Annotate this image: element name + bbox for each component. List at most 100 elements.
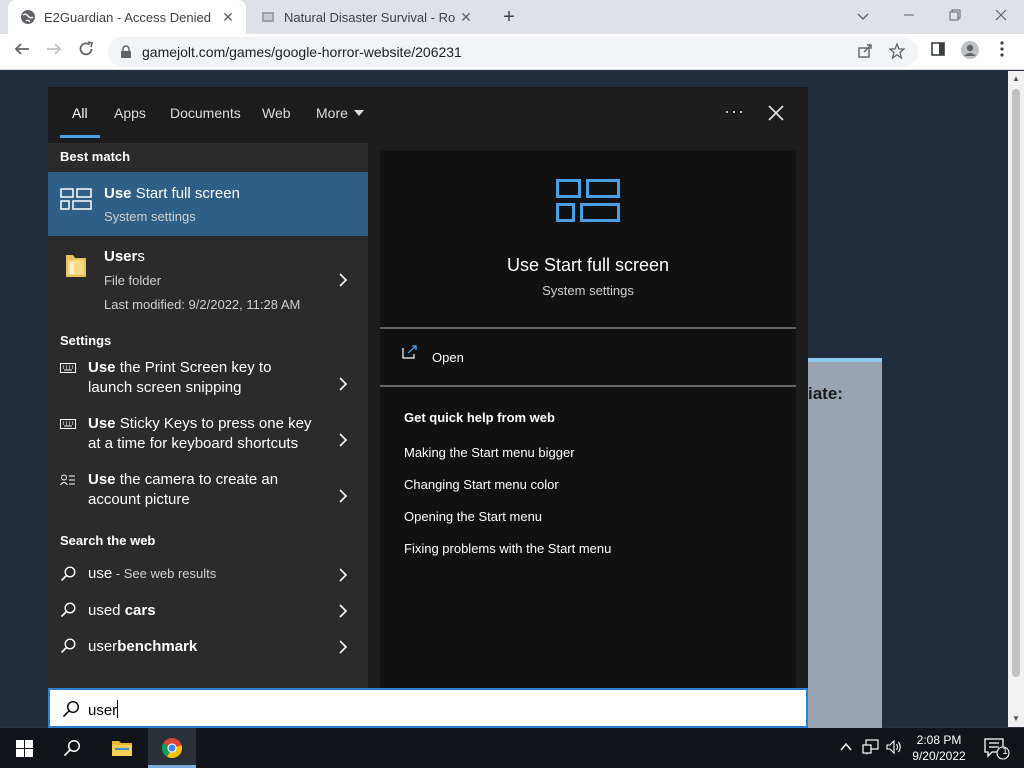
more-options-icon[interactable]: ··· xyxy=(724,101,745,122)
address-bar[interactable]: gamejolt.com/games/google-horror-website… xyxy=(108,37,918,67)
text-caret xyxy=(117,700,119,718)
chevron-right-icon[interactable] xyxy=(338,640,348,654)
result-web-userbenchmark[interactable]: userbenchmark xyxy=(48,629,368,665)
close-window-icon[interactable] xyxy=(978,2,1024,30)
scope-tab-more-label: More xyxy=(316,105,348,121)
action-center-button[interactable]: 1 xyxy=(976,728,1024,768)
help-link[interactable]: Changing Start menu color xyxy=(404,477,559,492)
web-result-query: used xyxy=(88,602,121,619)
taskbar-chrome[interactable] xyxy=(148,728,196,768)
section-heading-best-match: Best match xyxy=(60,149,131,164)
keyboard-icon xyxy=(60,419,76,429)
bookmark-star-icon[interactable] xyxy=(888,42,906,61)
section-heading-settings: Settings xyxy=(60,333,112,348)
keyboard-icon xyxy=(60,363,76,373)
help-link[interactable]: Opening the Start menu xyxy=(404,509,542,524)
minimize-icon[interactable] xyxy=(886,2,932,30)
page-scrollbar[interactable]: ▲ ▼ xyxy=(1008,71,1024,727)
web-result-suffix: - See web results xyxy=(112,566,217,581)
lock-icon[interactable] xyxy=(120,45,132,59)
chevron-right-icon[interactable] xyxy=(338,489,348,503)
result-title: Use the Print Screen key to xyxy=(88,359,271,376)
help-link[interactable]: Making the Start menu bigger xyxy=(404,445,575,460)
result-line1: the Print Screen key to xyxy=(115,359,272,376)
quick-help-heading: Get quick help from web xyxy=(404,410,555,425)
folder-icon xyxy=(112,741,132,756)
preview-divider xyxy=(380,385,796,387)
search-scope-bar: All Apps Documents Web More ··· xyxy=(48,87,808,143)
scope-tab-web[interactable]: Web xyxy=(262,105,291,121)
profile-avatar-icon[interactable] xyxy=(958,40,982,64)
chevron-right-icon[interactable] xyxy=(338,273,348,287)
taskbar-file-explorer[interactable] xyxy=(98,728,146,768)
account-picture-icon xyxy=(60,474,75,486)
active-scope-indicator xyxy=(60,135,100,138)
scroll-up-arrow-icon[interactable]: ▲ xyxy=(1008,71,1024,87)
result-title: Use Sticky Keys to press one key xyxy=(88,415,311,432)
new-tab-button[interactable]: + xyxy=(498,6,520,28)
search-query-value: user xyxy=(88,702,118,719)
chevron-right-icon[interactable] xyxy=(338,433,348,447)
result-title: Users xyxy=(104,248,145,265)
open-icon[interactable] xyxy=(402,345,418,359)
result-title: Use Start full screen xyxy=(104,185,240,202)
start-button[interactable] xyxy=(0,728,48,768)
search-icon xyxy=(60,602,76,618)
tab-close-button[interactable]: ✕ xyxy=(456,7,476,27)
folder-icon xyxy=(66,255,86,277)
web-result-query: user xyxy=(88,638,118,655)
close-icon[interactable] xyxy=(764,101,788,125)
network-icon[interactable] xyxy=(862,739,880,755)
tab-close-button[interactable]: ✕ xyxy=(218,7,238,27)
search-icon xyxy=(60,638,76,654)
search-input[interactable]: user xyxy=(48,688,808,728)
scope-tab-documents[interactable]: Documents xyxy=(170,105,241,121)
result-web-used-cars[interactable]: used cars xyxy=(48,593,368,629)
page-card-text: iate: xyxy=(808,384,843,403)
taskbar-search-button[interactable] xyxy=(48,728,96,768)
tab-search-chevron-icon[interactable] xyxy=(840,2,886,30)
tab-e2guardian[interactable]: E2Guardian - Access Denied ✕ xyxy=(8,0,246,34)
chevron-right-icon[interactable] xyxy=(338,604,348,618)
scope-tab-all[interactable]: All xyxy=(72,105,88,121)
side-panel-icon[interactable] xyxy=(926,40,950,64)
scroll-down-arrow-icon[interactable]: ▼ xyxy=(1008,711,1024,727)
back-arrow-icon[interactable] xyxy=(10,40,34,64)
chevron-right-icon[interactable] xyxy=(338,377,348,391)
search-query-text: user xyxy=(88,700,119,719)
result-best-match[interactable]: Use Start full screen System settings xyxy=(48,172,368,236)
chevron-up-icon[interactable] xyxy=(840,742,852,752)
system-clock[interactable]: 2:08 PM 9/20/2022 xyxy=(904,732,974,764)
reload-icon[interactable] xyxy=(74,40,98,64)
result-setting-sticky-keys[interactable]: Use Sticky Keys to press one key at a ti… xyxy=(48,413,368,465)
result-subtitle: System settings xyxy=(104,209,196,224)
result-users-folder[interactable]: Users File folder Last modified: 9/2/202… xyxy=(48,243,368,323)
chevron-right-icon[interactable] xyxy=(338,568,348,582)
result-line2: account picture xyxy=(88,491,190,508)
result-line2: at a time for keyboard shortcuts xyxy=(88,435,299,452)
result-web-use[interactable]: use - See web results xyxy=(48,557,368,593)
result-line1: Sticky Keys to press one key xyxy=(115,415,312,432)
restore-icon[interactable] xyxy=(932,2,978,30)
web-result-completion: cars xyxy=(120,602,156,619)
open-action[interactable]: Open xyxy=(432,350,464,365)
forward-arrow-icon[interactable] xyxy=(42,40,66,64)
chrome-icon xyxy=(161,738,183,759)
share-icon[interactable] xyxy=(856,43,874,61)
match-rest: s xyxy=(137,248,145,265)
tab-roblox[interactable]: Natural Disaster Survival - Roblox ✕ xyxy=(248,0,484,34)
notification-count: 1 xyxy=(1002,746,1008,756)
windows-search-panel: All Apps Documents Web More ··· Best mat… xyxy=(48,87,808,688)
scope-tab-apps[interactable]: Apps xyxy=(114,105,146,121)
result-setting-camera[interactable]: Use the camera to create an account pict… xyxy=(48,469,368,521)
kebab-menu-icon[interactable] xyxy=(990,40,1014,64)
result-line1: the camera to create an xyxy=(115,471,279,488)
scope-tab-more[interactable]: More xyxy=(316,105,364,121)
scrollbar-thumb[interactable] xyxy=(1012,89,1020,677)
help-link[interactable]: Fixing problems with the Start menu xyxy=(404,541,611,556)
windows-logo-icon xyxy=(16,740,33,757)
preview-divider xyxy=(380,327,796,329)
volume-icon[interactable] xyxy=(886,739,902,755)
chevron-down-icon xyxy=(353,110,364,116)
result-setting-print-screen[interactable]: Use the Print Screen key to launch scree… xyxy=(48,357,368,409)
